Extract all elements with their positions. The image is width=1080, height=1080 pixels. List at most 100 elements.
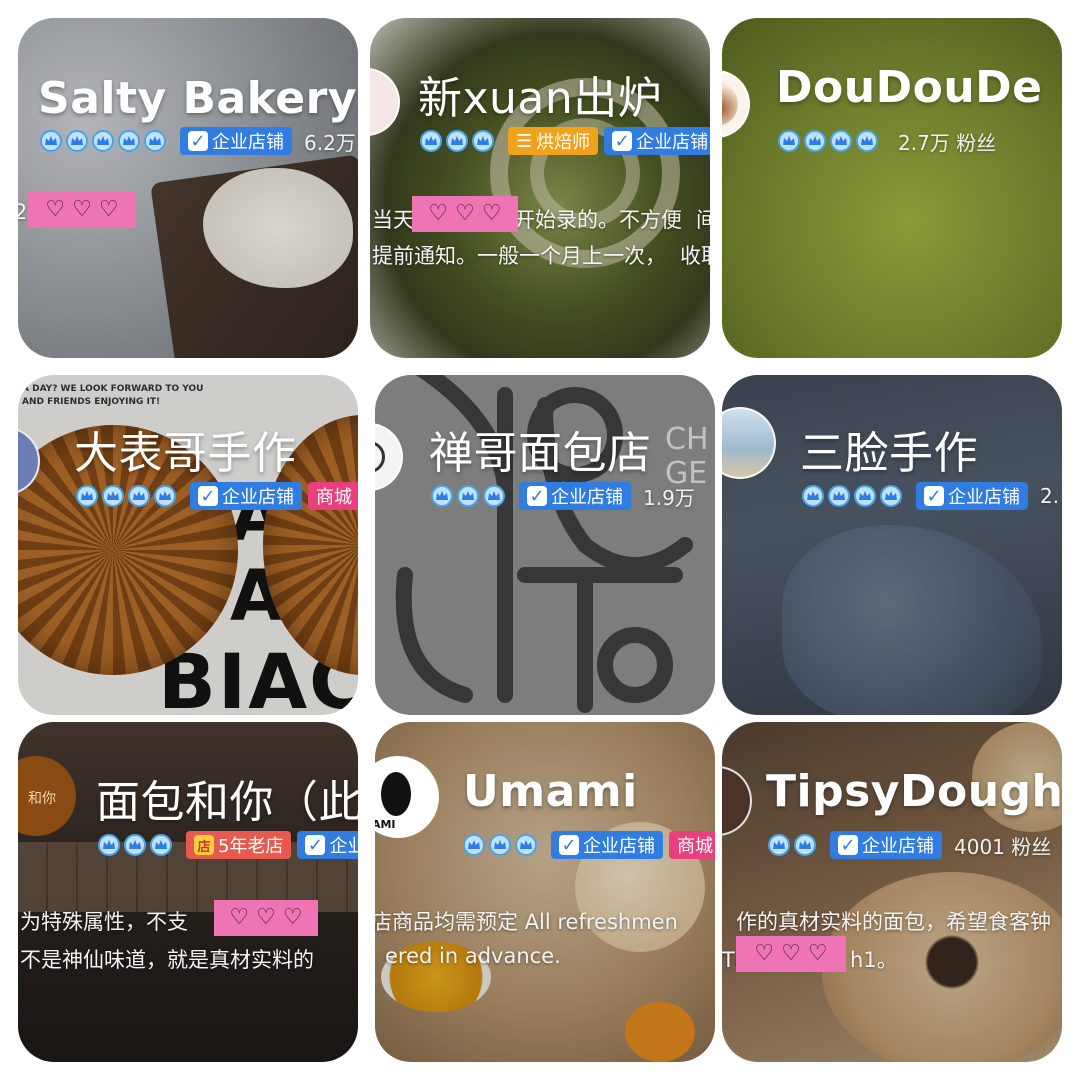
store-card-chan-ge[interactable]: CH GE 禅哥面包店 ✓ 企业店铺 1.9万	[375, 375, 715, 715]
enterprise-store-badge: ✓ 企业	[297, 831, 358, 859]
store-card-salty-bakery[interactable]: Salty Bakery咸 ✓企业店铺 6.2万 2 ♡ ♡ ♡	[18, 18, 358, 358]
crown-icon	[463, 834, 485, 856]
enterprise-store-badge: ✓ 企业店铺	[180, 127, 292, 155]
badge-label: 企业店铺	[212, 132, 284, 153]
badges-row: ✓ 企业店铺 商城	[76, 481, 358, 511]
crown-icon	[76, 485, 98, 507]
desc-fragment: 当天	[372, 208, 414, 232]
store-name: Umami	[463, 766, 638, 817]
crown-icon	[856, 130, 878, 152]
store-card-dabiaoge[interactable]: A DAY? WE LOOK FORWARD TO YOU AND FRIEND…	[18, 375, 358, 715]
avatar-text: MAMI	[375, 818, 396, 831]
mall-badge: 商城	[308, 482, 358, 510]
store-name: Salty Bakery咸	[38, 73, 358, 124]
crown-icon	[794, 834, 816, 856]
crown-icon	[802, 485, 824, 507]
store-description-line-2: ered in advance.	[385, 944, 561, 968]
fan-count: 4001 粉丝	[954, 834, 1052, 859]
crown-icon	[457, 485, 479, 507]
crown-icon	[150, 834, 172, 856]
store-description-line-1: 作的真材实料的面包，希望食客钟	[736, 910, 1051, 934]
fan-count: 2.	[1040, 484, 1060, 508]
avatar-image	[722, 82, 738, 126]
badges-row: 店 5年老店 ✓ 企业	[98, 830, 358, 860]
crown-icon	[40, 130, 62, 152]
rating-crowns	[76, 485, 176, 507]
crown-icon	[515, 834, 537, 856]
store-card-tipsydough[interactable]: TipsyDough ✓ 企业店铺 4001 粉丝 作的真材实料的面包，希望食客钟…	[722, 722, 1062, 1062]
crown-icon	[828, 485, 850, 507]
crown-icon	[778, 130, 800, 152]
crown-icon	[830, 130, 852, 152]
crown-icon	[66, 130, 88, 152]
fan-count: 6.2万	[304, 130, 356, 155]
rating-crowns	[802, 485, 902, 507]
store-name: 新xuan出炉	[418, 73, 663, 124]
redaction-sticker: ♡ ♡ ♡	[736, 936, 846, 972]
shield-check-icon: ✓	[559, 835, 579, 856]
crown-icon	[768, 834, 790, 856]
desc-fragment: 为特殊属性，不支	[20, 910, 188, 934]
store-name: 面包和你（此	[96, 777, 358, 828]
store-name: 禅哥面包店	[429, 428, 652, 479]
rating-crowns	[431, 485, 505, 507]
crown-icon	[489, 834, 511, 856]
shield-check-icon: ✓	[198, 486, 218, 507]
five-year-store-badge: 店 5年老店	[186, 831, 292, 859]
badges-row: ✓ 企业店铺 6.2万	[40, 126, 356, 156]
redaction-hearts: ♡ ♡ ♡	[45, 197, 119, 222]
badges-row: 2.7万 粉丝	[778, 126, 996, 156]
avatar-image	[375, 441, 385, 473]
avatar-mark	[381, 772, 411, 816]
crown-icon	[880, 485, 902, 507]
rating-crowns	[463, 834, 537, 856]
badge-label: 商城	[677, 836, 713, 857]
shield-check-icon: ✓	[305, 835, 326, 856]
store-icon: 店	[194, 835, 214, 855]
badge-label: 烘焙师	[536, 132, 591, 153]
store-description-line-1: 店商品均需预定 All refreshmen	[375, 910, 678, 934]
badge-label: 企业店铺	[948, 487, 1020, 508]
crown-icon	[804, 130, 826, 152]
avatar-text: 和你	[28, 791, 56, 807]
rating-crowns	[768, 834, 816, 856]
badge-label: 企业店铺	[636, 132, 709, 153]
redaction-sticker: ♡ ♡ ♡	[28, 192, 136, 228]
store-card-xinxuan[interactable]: 新xuan出炉 ☰烘焙师 ✓企业店铺 当天 开始录的。不方便间主页有图公示。面包我…	[370, 18, 710, 358]
badge-label: 5年老店	[218, 836, 284, 857]
enterprise-store-badge: ✓ 企业店铺	[916, 482, 1028, 510]
store-card-grid: Salty Bakery咸 ✓企业店铺 6.2万 2 ♡ ♡ ♡ 新xuan出炉	[0, 0, 1080, 1080]
enterprise-store-badge: ✓ 企业店铺	[190, 482, 302, 510]
store-card-mianbao-heni[interactable]: 和你 面包和你（此 店5年老店 ✓企业 为特殊属性，不支换货 不是神仙味道，就是…	[18, 722, 358, 1062]
store-card-umami[interactable]: MAMI Umami ✓企业店铺 商城 店商品均需预定 All refreshm…	[375, 722, 715, 1062]
rating-crowns	[40, 130, 166, 152]
redaction-hearts: ♡ ♡ ♡	[229, 905, 303, 930]
store-card-doudoude[interactable]: DouDouDe 2.7万 粉丝	[722, 18, 1062, 358]
badge-label: 企业店铺	[222, 487, 294, 508]
crown-icon	[98, 834, 120, 856]
shield-check-icon: ✓	[924, 486, 944, 507]
redaction-sticker: ♡ ♡ ♡	[412, 196, 518, 232]
badges-row: ☰ 烘焙师 ✓ 企业店铺	[420, 126, 710, 156]
store-description-line-2: 提前通知。一般一个月上一次， 收取首重费用、如有续重我们自	[372, 240, 710, 270]
crown-icon	[472, 130, 494, 152]
badge-label: 企业店铺	[551, 487, 623, 508]
crown-icon	[446, 130, 468, 152]
redaction-sticker: ♡ ♡ ♡	[214, 900, 318, 936]
enterprise-store-badge: ✓ 企业店铺	[604, 127, 710, 155]
redaction-hearts: ♡ ♡ ♡	[754, 941, 828, 966]
crown-icon	[128, 485, 150, 507]
crown-icon	[144, 130, 166, 152]
shield-check-icon: ✓	[612, 131, 633, 152]
mall-badge: 商城	[669, 831, 715, 859]
crown-icon	[92, 130, 114, 152]
badges-row: ✓ 企业店铺 1.9万	[431, 481, 695, 511]
enterprise-store-badge: ✓ 企业店铺	[519, 482, 631, 510]
store-description: 2	[18, 200, 28, 224]
desc-fragment: 收取首重费用、如有续重我们自	[680, 244, 710, 268]
enterprise-store-badge: ✓ 企业店铺	[551, 831, 663, 859]
crown-icon	[854, 485, 876, 507]
crown-icon	[154, 485, 176, 507]
store-card-sanlian[interactable]: 三脸手作 ✓ 企业店铺 2.	[722, 375, 1062, 715]
crown-icon	[118, 130, 140, 152]
